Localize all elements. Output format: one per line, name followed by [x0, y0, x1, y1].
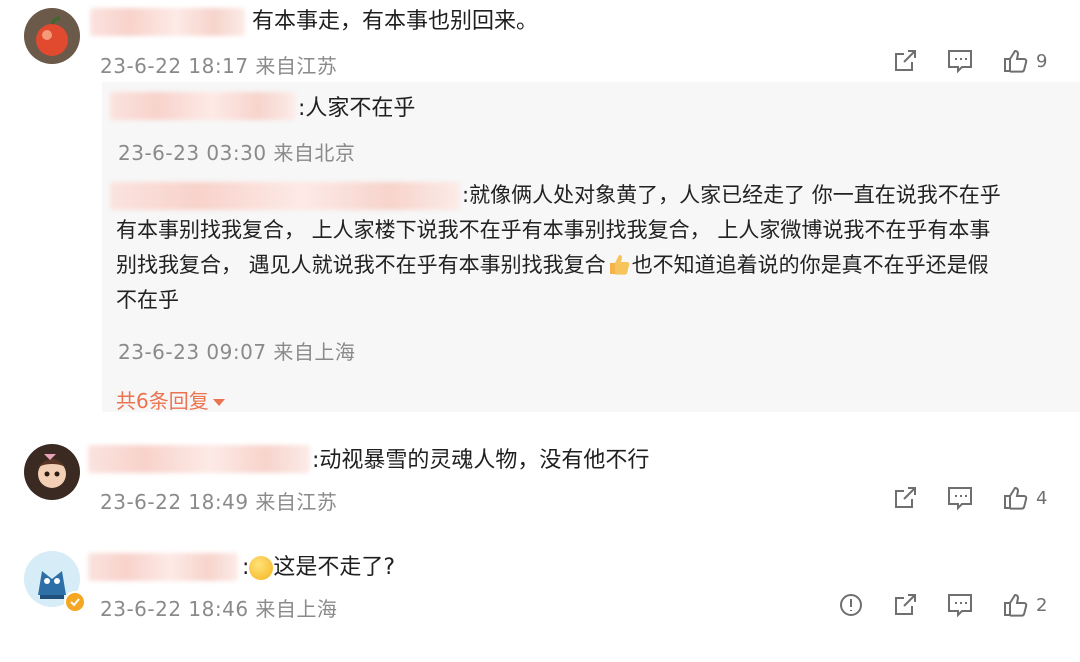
username-redacted[interactable] — [90, 8, 245, 36]
username-redacted[interactable] — [88, 445, 310, 473]
comment-icon — [948, 487, 972, 511]
like-icon — [1004, 486, 1028, 510]
share-button[interactable] — [892, 485, 918, 511]
comment-location: 来自江苏 — [255, 54, 338, 78]
comment-text: 有本事走，有本事也别回来。 — [252, 9, 539, 34]
comment-date: 23-6-22 18:46 — [100, 597, 249, 621]
reply-text-long: :就像俩人处对象黄了，人家已经走了 你一直在说我不在乎 有本事别找我复合， 上人… — [116, 178, 1066, 318]
view-more-replies-link[interactable]: 共6条回复 — [116, 385, 225, 414]
reply-line-part: 别找我复合， 遇见人就说我不在乎有本事别找我复合 — [116, 253, 606, 277]
more-replies-label: 共6条回复 — [116, 389, 209, 413]
reply-line-part: 也不知道追着说的你是真不在乎还是假 — [631, 253, 989, 277]
reply-line: 不在乎 — [116, 288, 179, 312]
reply-date: 23-6-23 09:07 — [118, 340, 267, 364]
avatar-image — [24, 8, 80, 64]
reply-location: 来自上海 — [273, 340, 356, 364]
thumbs-up-emoji — [606, 251, 632, 277]
like-count: 2 — [1036, 594, 1048, 616]
avatar-image — [24, 444, 80, 500]
reply-line: :就像俩人处对象黄了，人家已经走了 你一直在说我不在乎 — [462, 183, 1001, 207]
report-icon — [840, 594, 862, 616]
reply-line: 别找我复合， 遇见人就说我不在乎有本事别找我复合 也不知道追着说的你是真不在乎还… — [116, 248, 1066, 283]
share-icon — [895, 50, 916, 71]
comment-location: 来自江苏 — [255, 490, 338, 514]
report-button[interactable] — [838, 592, 864, 618]
share-icon — [895, 594, 916, 615]
comment-meta: 23-6-22 18:46 来自上海 — [100, 593, 337, 622]
like-icon — [1004, 49, 1028, 73]
comment-button[interactable] — [946, 592, 974, 618]
comment-date: 23-6-22 18:17 — [100, 54, 249, 78]
comment-meta: 23-6-22 18:17 来自江苏 — [100, 50, 337, 79]
share-button[interactable] — [892, 48, 918, 74]
comment-button[interactable] — [946, 48, 974, 74]
like-button[interactable]: 2 — [1002, 592, 1047, 618]
share-icon — [895, 487, 916, 508]
like-icon — [1004, 593, 1028, 617]
reply-meta: 23-6-23 03:30 来自北京 — [118, 137, 355, 166]
share-button[interactable] — [892, 592, 918, 618]
reply-username-redacted[interactable] — [110, 92, 295, 120]
reply-location: 来自北京 — [273, 141, 356, 165]
emoji-icon — [249, 556, 274, 580]
like-button[interactable]: 4 — [1002, 485, 1047, 511]
comment-text: :动视暴雪的灵魂人物，没有他不行 — [312, 448, 650, 473]
avatar[interactable] — [24, 8, 80, 64]
like-count: 4 — [1036, 487, 1048, 509]
verified-badge-icon — [64, 591, 86, 613]
like-button[interactable]: 9 — [1002, 48, 1047, 74]
comment-text-body: 这是不走了? — [273, 555, 396, 580]
username-redacted[interactable] — [88, 553, 238, 581]
comment-text: : 这是不走了? — [242, 555, 396, 580]
comment-location: 来自上海 — [255, 597, 338, 621]
like-count: 9 — [1036, 50, 1048, 72]
comment-icon — [948, 50, 972, 74]
comment-button[interactable] — [946, 485, 974, 511]
chevron-down-icon — [212, 399, 225, 406]
avatar[interactable] — [24, 444, 80, 500]
reply-meta: 23-6-23 09:07 来自上海 — [118, 336, 355, 365]
reply-text: :人家不在乎 — [298, 96, 416, 121]
comment-meta: 23-6-22 18:49 来自江苏 — [100, 486, 337, 515]
comment-date: 23-6-22 18:49 — [100, 490, 249, 514]
reply-date: 23-6-23 03:30 — [118, 141, 267, 165]
reply-line: 有本事别找我复合， 上人家楼下说我不在乎有本事别找我复合， 上人家微博说我不在乎… — [116, 218, 991, 242]
comment-icon — [948, 594, 972, 618]
